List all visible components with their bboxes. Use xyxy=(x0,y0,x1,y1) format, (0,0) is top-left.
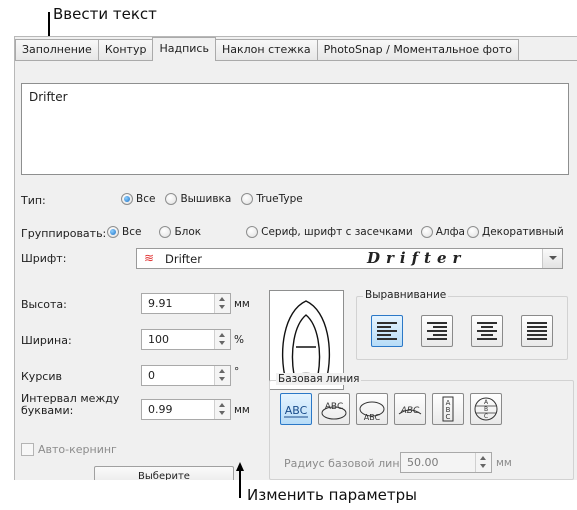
type-option-truetype[interactable]: TrueType xyxy=(241,193,303,205)
align-justify-icon xyxy=(527,322,547,342)
align-center-icon xyxy=(477,322,497,342)
spin-arrows-icon[interactable] xyxy=(214,330,230,349)
spin-arrows-icon[interactable] xyxy=(214,366,230,385)
type-option-all[interactable]: Все xyxy=(121,193,155,205)
tab-photosnap[interactable]: PhotoSnap / Моментальное фото xyxy=(316,39,519,61)
tab-fill[interactable]: Заполнение xyxy=(15,39,99,61)
tab-stitch-angle[interactable]: Наклон стежка xyxy=(214,39,318,61)
alignment-title: Выравнивание xyxy=(363,289,449,301)
radio-icon xyxy=(241,193,254,205)
select-button[interactable]: Выберите xyxy=(94,466,234,480)
group-radio-group: Все Блок Сериф, шрифт с засечками Алфа Д… xyxy=(107,226,574,238)
baseline-radius-spinbox[interactable]: 50.00 xyxy=(400,452,492,473)
baseline-title: Базовая линия xyxy=(276,373,362,385)
group-option-all[interactable]: Все xyxy=(107,226,141,238)
font-dropdown[interactable]: ≋ Drifter Drifter xyxy=(136,248,563,269)
svg-text:C: C xyxy=(484,413,488,420)
group-label: Группировать: xyxy=(21,227,107,240)
radio-icon xyxy=(420,226,433,238)
width-spinbox[interactable]: 100 xyxy=(141,329,231,350)
align-left-icon xyxy=(377,322,397,342)
alignment-group: Выравнивание xyxy=(356,289,568,360)
align-left-button[interactable] xyxy=(371,315,403,347)
auto-kerning-checkbox[interactable] xyxy=(21,443,34,456)
type-label: Тип: xyxy=(21,194,46,207)
baseline-radius-label: Радиус базовой линии: xyxy=(284,457,418,470)
group-option-serif[interactable]: Сериф, шрифт с засечками xyxy=(246,226,413,238)
tab-bar: Заполнение Контур Надпись Наклон стежка … xyxy=(15,37,577,61)
radio-icon xyxy=(159,226,172,238)
baseline-straight-icon: ABC xyxy=(284,404,308,418)
radio-icon xyxy=(121,193,133,205)
svg-text:ABC: ABC xyxy=(364,413,381,422)
svg-text:A: A xyxy=(484,399,489,406)
svg-text:ABC: ABC xyxy=(400,406,420,416)
italic-label: Курсив xyxy=(21,370,62,383)
lettering-properties-panel: Заполнение Контур Надпись Наклон стежка … xyxy=(14,36,577,480)
spin-arrows-icon[interactable] xyxy=(214,294,230,313)
width-label: Ширина: xyxy=(21,334,72,347)
baseline-group: Базовая линия ABC ABC ABC ABC A B C A B … xyxy=(269,373,574,480)
baseline-straight-button[interactable]: ABC xyxy=(280,393,312,425)
font-name: Drifter xyxy=(165,252,202,266)
baseline-ellipse-icon: ABC xyxy=(321,402,347,420)
radio-icon xyxy=(246,226,259,238)
group-option-decorative[interactable]: Декоративный xyxy=(467,226,564,238)
baseline-ellipse-button[interactable]: ABC xyxy=(318,393,350,425)
font-preview: Drifter xyxy=(367,249,467,267)
group-option-block[interactable]: Блок xyxy=(159,226,201,238)
align-right-icon xyxy=(427,322,447,342)
italic-spinbox[interactable]: 0 xyxy=(141,365,231,386)
svg-text:ABC: ABC xyxy=(285,404,308,417)
height-label: Высота: xyxy=(21,298,67,311)
spin-arrows-icon[interactable] xyxy=(475,453,491,472)
height-unit: мм xyxy=(234,298,250,310)
baseline-stacked-button[interactable]: A B C xyxy=(470,393,502,425)
chevron-down-icon[interactable] xyxy=(542,249,562,268)
svg-text:C: C xyxy=(446,413,451,421)
radio-icon xyxy=(107,226,119,238)
group-option-alpha[interactable]: Алфа xyxy=(420,226,465,238)
tab-divider xyxy=(15,60,577,61)
zigzag-icon: ≋ xyxy=(144,251,155,265)
align-justify-button[interactable] xyxy=(521,315,553,347)
tab-lettering[interactable]: Надпись xyxy=(152,37,216,61)
annotation-enter-text: Ввести текст xyxy=(53,5,157,23)
italic-unit: ° xyxy=(234,366,240,378)
baseline-stacked-icon: A B C xyxy=(474,397,498,421)
spin-arrows-icon[interactable] xyxy=(214,400,230,419)
type-radio-group: Все Вышивка TrueType xyxy=(121,193,313,205)
annotation-line-bottom xyxy=(239,470,241,498)
baseline-arc-button[interactable]: ABC xyxy=(394,393,426,425)
tab-outline[interactable]: Контур xyxy=(97,39,154,61)
radio-icon xyxy=(165,193,178,205)
svg-text:B: B xyxy=(484,406,488,413)
baseline-arc-icon: ABC xyxy=(398,406,422,416)
annotation-change-params: Изменить параметры xyxy=(247,486,418,504)
spacing-label: Интервал между буквами: xyxy=(21,392,120,417)
spacing-unit: мм xyxy=(234,404,250,416)
spacing-spinbox[interactable]: 0.99 xyxy=(141,399,231,420)
annotation-arrow-up xyxy=(236,462,244,471)
type-option-embroidery[interactable]: Вышивка xyxy=(165,193,231,205)
font-label: Шрифт: xyxy=(21,252,67,265)
align-center-button[interactable] xyxy=(471,315,503,347)
baseline-radius-unit: мм xyxy=(496,457,512,469)
radio-icon xyxy=(467,226,479,238)
width-unit: % xyxy=(234,334,244,346)
height-spinbox[interactable]: 9.91 xyxy=(141,293,231,314)
auto-kerning-label: Авто-кернинг xyxy=(38,443,117,456)
baseline-circle-button[interactable]: ABC xyxy=(356,393,388,425)
baseline-vertical-icon: A B C xyxy=(442,396,454,422)
baseline-vertical-button[interactable]: A B C xyxy=(432,393,464,425)
baseline-circle-icon: ABC xyxy=(359,401,385,422)
align-right-button[interactable] xyxy=(421,315,453,347)
svg-text:ABC: ABC xyxy=(325,402,343,412)
lettering-text-input[interactable]: Drifter xyxy=(21,83,569,175)
